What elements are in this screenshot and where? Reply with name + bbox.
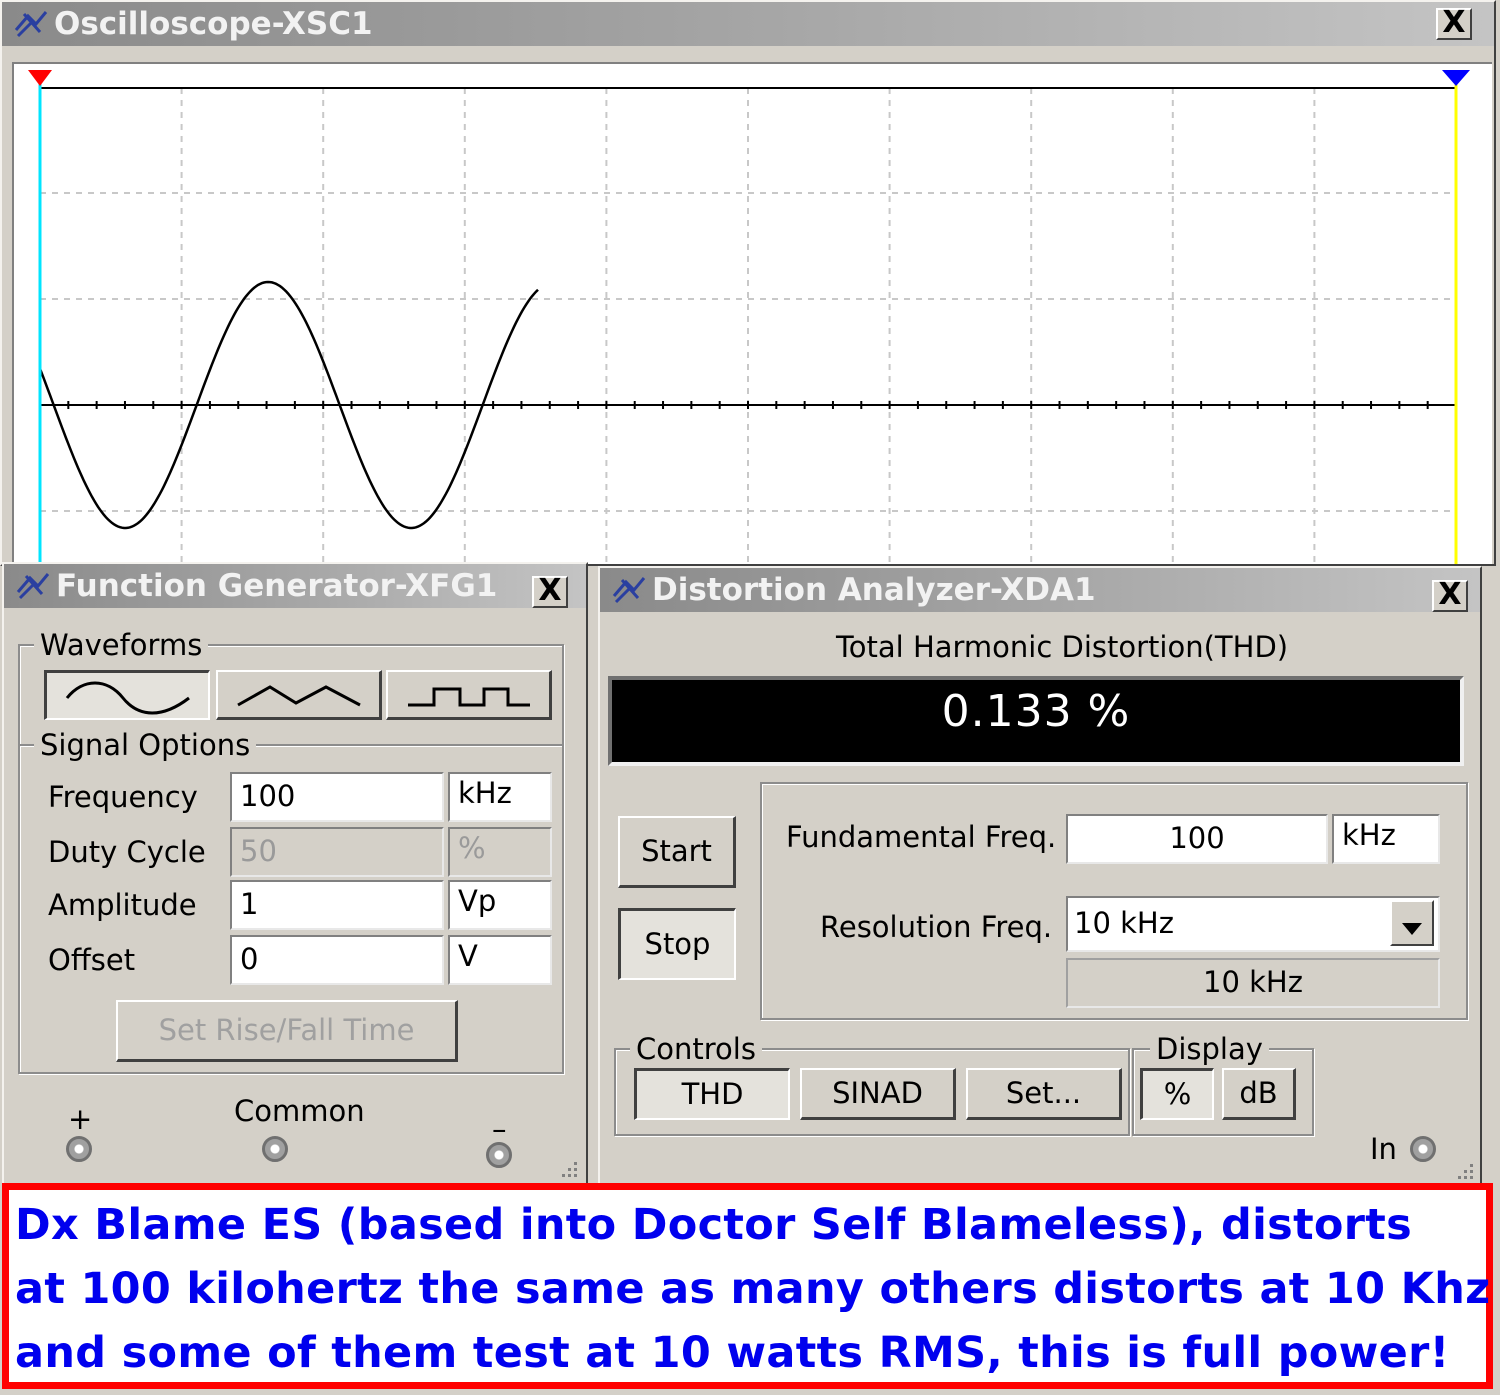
resolution-freq-label: Resolution Freq. bbox=[820, 910, 1053, 944]
distortion-analyzer-window: Distortion Analyzer-XDA1 X Total Harmoni… bbox=[598, 566, 1482, 1186]
duty-cycle-label: Duty Cycle bbox=[48, 835, 206, 869]
square-wave-button[interactable] bbox=[386, 670, 552, 720]
resolution-freq-selected: 10 kHz bbox=[1074, 906, 1174, 940]
cursor-2-marker-icon[interactable] bbox=[1442, 70, 1470, 86]
set-button[interactable]: Set... bbox=[966, 1068, 1122, 1120]
start-button[interactable]: Start bbox=[618, 816, 736, 888]
instrument-icon bbox=[14, 11, 48, 38]
set-rise-fall-time-button: Set Rise/Fall Time bbox=[116, 1000, 458, 1062]
dropdown-arrow-button[interactable] bbox=[1390, 900, 1434, 946]
amplitude-unit-input[interactable]: Vp bbox=[448, 880, 552, 930]
terminal-common-icon[interactable] bbox=[262, 1136, 288, 1162]
offset-input[interactable]: 0 bbox=[230, 935, 444, 985]
thd-display: 0.133 % bbox=[608, 676, 1464, 766]
scope-center-axis bbox=[39, 401, 1457, 409]
thd-heading: Total Harmonic Distortion(THD) bbox=[836, 630, 1289, 664]
offset-label: Offset bbox=[48, 943, 136, 977]
instrument-icon bbox=[612, 577, 646, 604]
terminal-common-label: Common bbox=[234, 1094, 365, 1128]
oscilloscope-title: Oscilloscope-XSC1 bbox=[54, 6, 373, 42]
oscilloscope-window: Oscilloscope-XSC1 X bbox=[0, 0, 1496, 566]
distortion-analyzer-title: Distortion Analyzer-XDA1 bbox=[652, 572, 1096, 608]
controls-label: Controls bbox=[630, 1032, 762, 1066]
signal-options-label: Signal Options bbox=[34, 728, 257, 762]
distortion-analyzer-close-button[interactable]: X bbox=[1432, 580, 1468, 612]
terminal-minus-label: – bbox=[492, 1112, 507, 1146]
function-generator-close-button[interactable]: X bbox=[532, 576, 568, 608]
frequency-label: Frequency bbox=[48, 780, 198, 814]
caption-banner: Dx Blame ES (based into Doctor Self Blam… bbox=[2, 1183, 1493, 1389]
duty-cycle-unit-input: % bbox=[448, 827, 552, 877]
oscilloscope-screen[interactable] bbox=[12, 62, 1492, 564]
resolution-freq-select[interactable]: 10 kHz bbox=[1066, 896, 1440, 952]
display-db-button[interactable]: dB bbox=[1222, 1068, 1296, 1120]
terminal-plus-icon[interactable] bbox=[66, 1136, 92, 1162]
oscilloscope-close-button[interactable]: X bbox=[1436, 8, 1472, 40]
triangle-wave-button[interactable] bbox=[216, 670, 382, 720]
resize-grip-icon[interactable] bbox=[560, 1160, 580, 1180]
display-label: Display bbox=[1150, 1032, 1269, 1066]
instrument-icon bbox=[16, 573, 50, 600]
fundamental-freq-label: Fundamental Freq. bbox=[786, 820, 1057, 854]
fundamental-freq-unit-input[interactable]: kHz bbox=[1332, 814, 1440, 864]
input-terminal-icon[interactable] bbox=[1410, 1136, 1436, 1162]
display-percent-button[interactable]: % bbox=[1140, 1068, 1214, 1120]
sinad-button[interactable]: SINAD bbox=[800, 1068, 956, 1120]
frequency-unit-input[interactable]: kHz bbox=[448, 772, 552, 822]
amplitude-label: Amplitude bbox=[48, 888, 197, 922]
input-terminal-label: In bbox=[1370, 1132, 1397, 1166]
caption-line-2: at 100 kilohertz the same as many others… bbox=[15, 1264, 1491, 1314]
sine-wave-icon bbox=[65, 681, 190, 715]
terminal-minus-icon[interactable] bbox=[486, 1142, 512, 1168]
cursor-1-marker-icon[interactable] bbox=[28, 70, 52, 86]
square-wave-icon bbox=[407, 687, 530, 707]
thd-reading: 0.133 % bbox=[941, 686, 1131, 737]
function-generator-title: Function Generator-XFG1 bbox=[56, 568, 498, 604]
terminal-plus-label: + bbox=[68, 1102, 93, 1136]
scope-grid bbox=[40, 88, 1456, 564]
amplitude-input[interactable]: 1 bbox=[230, 880, 444, 930]
fundamental-freq-input[interactable]: 100 bbox=[1066, 814, 1328, 864]
distortion-analyzer-titlebar[interactable]: Distortion Analyzer-XDA1 bbox=[600, 568, 1480, 612]
function-generator-titlebar[interactable]: Function Generator-XFG1 bbox=[4, 564, 586, 608]
sine-wave-button[interactable] bbox=[44, 670, 210, 720]
oscilloscope-titlebar[interactable]: Oscilloscope-XSC1 bbox=[2, 2, 1494, 46]
caption-line-1: Dx Blame ES (based into Doctor Self Blam… bbox=[15, 1200, 1413, 1250]
waveforms-label: Waveforms bbox=[34, 628, 209, 662]
resize-grip-icon[interactable] bbox=[1456, 1162, 1476, 1182]
stop-button[interactable]: Stop bbox=[618, 908, 736, 980]
function-generator-window: Function Generator-XFG1 X Waveforms Sign… bbox=[2, 562, 588, 1186]
offset-unit-input[interactable]: V bbox=[448, 935, 552, 985]
chevron-down-icon bbox=[1402, 923, 1422, 935]
resolution-freq-readout: 10 kHz bbox=[1066, 958, 1440, 1008]
caption-line-3: and some of them test at 10 watts RMS, t… bbox=[15, 1328, 1450, 1378]
triangle-wave-icon bbox=[236, 685, 361, 707]
duty-cycle-input: 50 bbox=[230, 827, 444, 877]
thd-button[interactable]: THD bbox=[634, 1068, 790, 1120]
frequency-input[interactable]: 100 bbox=[230, 772, 444, 822]
